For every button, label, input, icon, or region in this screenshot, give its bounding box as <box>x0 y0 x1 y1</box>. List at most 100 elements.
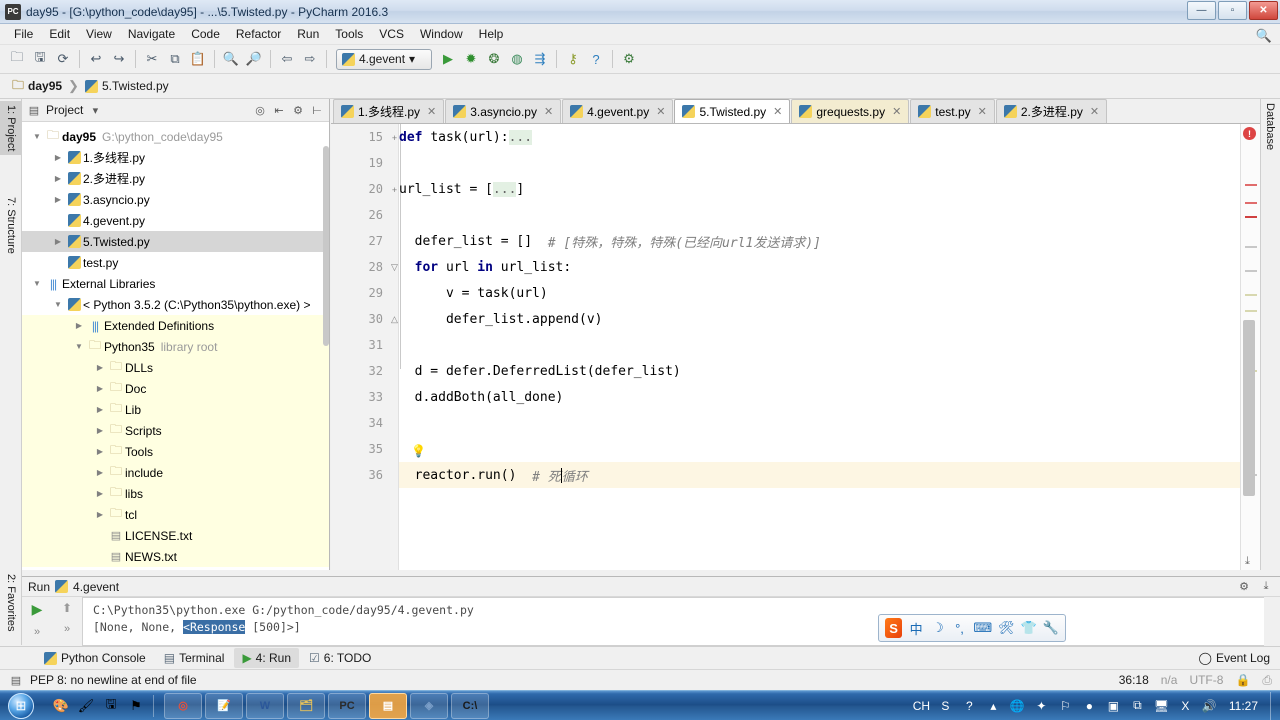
menu-item-refactor[interactable]: Refactor <box>228 25 289 43</box>
tree-row[interactable]: ▶ 🗀 libs <box>22 483 329 504</box>
tree-expand-arrow[interactable]: ▶ <box>93 510 107 519</box>
code-line[interactable] <box>399 150 1260 176</box>
target-icon[interactable]: ◎ <box>252 102 268 118</box>
error-stripe-mark-2[interactable] <box>1245 216 1257 218</box>
copy-icon[interactable]: ⧉ <box>164 48 186 70</box>
tray-overflow-arrow[interactable]: ▴ <box>985 697 1002 714</box>
menu-item-view[interactable]: View <box>78 25 120 43</box>
tree-expand-arrow[interactable]: ▶ <box>93 384 107 393</box>
tray-antivirus-icon[interactable]: ✦ <box>1033 697 1050 714</box>
taskbar-explorer[interactable]: 🗂 <box>287 692 325 719</box>
tree-row[interactable]: ▶ 🗀 Lib <box>22 399 329 420</box>
taskbar-paint-icon[interactable]: 🎨 <box>50 695 72 717</box>
tree-row[interactable]: ▶ 🗀 Scripts <box>22 420 329 441</box>
close-icon[interactable]: ✕ <box>892 105 901 118</box>
ime-moon-icon[interactable]: ☽ <box>930 618 946 638</box>
sogou-logo-icon[interactable]: S <box>885 618 903 638</box>
code-line[interactable]: url_list = [...] <box>399 176 1260 202</box>
menu-item-file[interactable]: File <box>6 25 41 43</box>
vcs-update-icon[interactable]: ⚷ <box>562 48 584 70</box>
editor-tab-3[interactable]: 5.Twisted.py ✕ <box>674 99 791 123</box>
replace-icon[interactable]: 🔎 <box>243 48 265 70</box>
tree-expand-arrow[interactable]: ▶ <box>93 447 107 456</box>
coverage-button[interactable]: ❂ <box>483 48 505 70</box>
error-stripe-mark-0[interactable] <box>1245 184 1257 186</box>
tree-expand-arrow[interactable]: ▶ <box>51 153 65 162</box>
editor-scrollbar-thumb[interactable] <box>1243 320 1255 496</box>
hide-panel-icon[interactable]: ⤓ <box>1258 579 1274 595</box>
taskbar-clock[interactable]: 11:27 <box>1229 699 1258 713</box>
ime-skin-icon[interactable]: 👕 <box>1021 618 1037 638</box>
code-line[interactable]: d = defer.DeferredList(defer_list) <box>399 358 1260 384</box>
tree-expand-arrow[interactable]: ▶ <box>93 363 107 372</box>
rerun-button[interactable]: ▶ <box>32 601 43 618</box>
breadcrumb-item-0[interactable]: 🗀 day95 <box>8 74 66 99</box>
menu-item-window[interactable]: Window <box>412 25 471 43</box>
event-log-button[interactable]: ◯ Event Log <box>1199 651 1280 665</box>
tray-sogou-icon[interactable]: S <box>937 697 954 714</box>
start-button[interactable]: ⊞ <box>2 692 40 720</box>
tree-row[interactable]: ▶ 🗀 Doc <box>22 378 329 399</box>
tree-expand-arrow[interactable]: ▼ <box>30 279 44 288</box>
menu-item-tools[interactable]: Tools <box>327 25 371 43</box>
tree-row[interactable]: ▶ 🗀 Tools <box>22 441 329 462</box>
editor-tab-4[interactable]: grequests.py ✕ <box>791 99 910 123</box>
tree-expand-arrow[interactable]: ▶ <box>51 174 65 183</box>
tree-row[interactable]: ▶ 2.多进程.py <box>22 168 329 189</box>
lock-icon[interactable]: 🔒 <box>1235 673 1250 687</box>
close-icon[interactable]: ✕ <box>427 105 436 118</box>
editor-tab-5[interactable]: test.py ✕ <box>910 99 995 123</box>
taskbar-word[interactable]: W <box>246 692 284 719</box>
tray-language-indicator[interactable]: CH <box>913 697 930 714</box>
open-folder-icon[interactable]: 🗀 <box>6 48 28 70</box>
tray-volume-icon[interactable]: 🔊 <box>1201 697 1218 714</box>
left-rail-tab-1[interactable]: 7: Structure <box>0 193 22 258</box>
intention-bulb-icon[interactable]: 💡 <box>411 444 426 460</box>
tray-monitor-icon[interactable]: 🖥 <box>1153 697 1170 714</box>
code-line[interactable]: d.addBoth(all_done) <box>399 384 1260 410</box>
bottom-tab-0[interactable]: Python Console <box>36 648 154 668</box>
error-stripe-mark-3[interactable] <box>1245 246 1257 248</box>
tree-row[interactable]: ▼ ||| External Libraries <box>22 273 329 294</box>
tree-row[interactable]: ▶ 3.asyncio.py <box>22 189 329 210</box>
close-button[interactable]: ✕ <box>1249 1 1278 20</box>
save-all-icon[interactable]: 🖫 <box>29 48 51 70</box>
debug-button[interactable]: ✹ <box>460 48 482 70</box>
close-icon[interactable]: ✕ <box>773 105 782 118</box>
help-icon[interactable]: ? <box>585 48 607 70</box>
bottom-tab-2[interactable]: ▶ 4: Run <box>234 648 300 668</box>
caret-position[interactable]: 36:18 <box>1119 673 1149 687</box>
undo-icon[interactable]: ↩ <box>85 48 107 70</box>
forward-icon[interactable]: ⇨ <box>299 48 321 70</box>
tree-row[interactable]: ▶ 🗀 DLLs <box>22 357 329 378</box>
ime-punctuation-icon[interactable]: °, <box>952 618 968 638</box>
menu-item-run[interactable]: Run <box>289 25 327 43</box>
expand-right-button[interactable]: » <box>64 623 70 635</box>
hide-icon[interactable]: ⊢ <box>309 102 325 118</box>
tree-row[interactable]: ▶ ||| Extended Definitions <box>22 315 329 336</box>
close-icon[interactable]: ✕ <box>544 105 553 118</box>
tree-row[interactable]: ▤ LICENSE.txt <box>22 525 329 546</box>
code-line[interactable] <box>399 410 1260 436</box>
tray-globe-icon[interactable]: 🌐 <box>1009 697 1026 714</box>
close-icon[interactable]: ✕ <box>1090 105 1099 118</box>
left-rail-tab-2[interactable]: 2: Favorites <box>0 570 22 635</box>
code-line[interactable]: v = task(url) <box>399 280 1260 306</box>
close-icon[interactable]: ✕ <box>978 105 987 118</box>
run-console-output[interactable]: C:\Python35\python.exe G:/python_code/da… <box>82 597 1264 646</box>
tree-expand-arrow[interactable]: ▶ <box>93 489 107 498</box>
run-configuration-selector[interactable]: 4.gevent ▾ <box>336 48 432 70</box>
taskbar-pycharm[interactable]: PC <box>328 692 366 719</box>
project-tree[interactable]: ▼ 🗀 day95 G:\python_code\day95 ▶ 1.多线程.py ▶ 2.多… <box>22 122 329 570</box>
editor-tab-0[interactable]: 1.多线程.py ✕ <box>333 99 445 123</box>
breadcrumb-item-1[interactable]: 5.Twisted.py <box>81 77 173 95</box>
file-encoding[interactable]: UTF-8 <box>1189 673 1223 687</box>
tray-record-icon[interactable]: ● <box>1081 697 1098 714</box>
tree-expand-arrow[interactable]: ▶ <box>72 321 86 330</box>
error-stripe-mark-6[interactable] <box>1245 310 1257 312</box>
editor-tab-2[interactable]: 4.gevent.py ✕ <box>562 99 674 123</box>
tray-photo-icon[interactable]: ▣ <box>1105 697 1122 714</box>
error-stripe-mark-1[interactable] <box>1245 202 1257 204</box>
tree-expand-arrow[interactable]: ▼ <box>30 132 44 141</box>
tree-expand-arrow[interactable]: ▶ <box>93 468 107 477</box>
